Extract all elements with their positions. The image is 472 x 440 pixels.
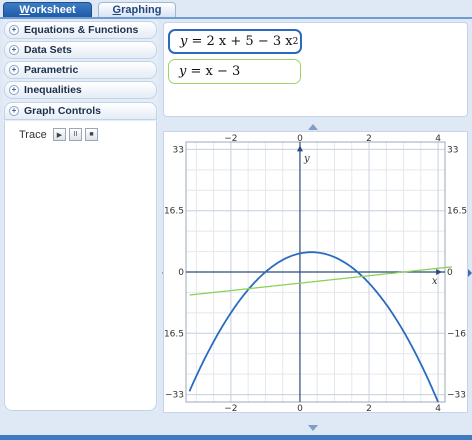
tab-graphing-underline: G xyxy=(112,4,122,16)
section-label: Inequalities xyxy=(24,84,82,96)
y-axis-label: y xyxy=(303,153,310,164)
section-parametric[interactable]: + Parametric xyxy=(4,61,157,79)
tab-worksheet-underline: W xyxy=(19,4,30,16)
equation-lhs: y xyxy=(180,34,188,49)
x-tick-label-top: 4 xyxy=(435,134,441,144)
y-tick-label-right: 16.5 xyxy=(447,207,467,217)
function-graph[interactable]: −2 −2 0 0 2 2 4 4 33 33 16.5 16.5 0 0 −16.5 −16.5 −33 −33… xyxy=(164,132,467,412)
y-tick-label-left: 16.5 xyxy=(164,207,184,217)
graph-panel[interactable]: −2 −2 0 0 2 2 4 4 33 33 16.5 16.5 0 0 −16.5 −16.5 −33 −33… xyxy=(163,131,468,413)
equation-rhs: = 2 x + 5 − 3 x xyxy=(191,34,293,49)
tab-worksheet-label: orksheet xyxy=(29,4,76,16)
section-equations-functions[interactable]: + Equations & Functions xyxy=(4,21,157,39)
equation-entry-1[interactable]: y = 2 x + 5 − 3 x2 xyxy=(168,29,302,54)
trace-stop-button[interactable]: ■ xyxy=(85,128,98,141)
expand-icon[interactable]: + xyxy=(9,25,19,35)
resize-down-arrow-icon[interactable] xyxy=(308,425,318,431)
series-curve-2[interactable] xyxy=(189,266,452,296)
series-curve-1[interactable] xyxy=(188,251,439,403)
trace-play-button[interactable]: ▶ xyxy=(53,128,66,141)
tab-underline-bar xyxy=(0,17,472,19)
collapse-icon[interactable]: + xyxy=(9,106,19,116)
y-tick-label-left: 33 xyxy=(173,145,184,155)
section-label: Graph Controls xyxy=(24,105,102,117)
sidebar: + Equations & Functions + Data Sets + Param… xyxy=(3,20,158,411)
tab-graphing-label: raphing xyxy=(121,4,162,16)
tab-bar: Worksheet Graphing xyxy=(0,0,472,18)
y-tick-label-left: −16.5 xyxy=(164,329,184,339)
x-axis-arrow-icon xyxy=(436,269,443,275)
tab-worksheet[interactable]: Worksheet xyxy=(3,2,92,18)
expand-icon[interactable]: + xyxy=(9,65,19,75)
x-tick-label-bottom: 2 xyxy=(366,404,372,412)
equation-exponent: 2 xyxy=(292,36,299,47)
expand-icon[interactable]: + xyxy=(9,85,19,95)
x-tick-label-bottom: 4 xyxy=(435,404,441,412)
status-strip xyxy=(0,435,472,440)
x-tick-label-top: 0 xyxy=(297,134,303,144)
section-label: Equations & Functions xyxy=(24,24,139,36)
expand-icon[interactable]: + xyxy=(9,45,19,55)
y-tick-label-right: 0 xyxy=(447,268,453,278)
x-tick-label-top: 2 xyxy=(366,134,372,144)
resize-up-arrow-icon[interactable] xyxy=(308,124,318,130)
x-axis-label: x xyxy=(432,276,438,287)
y-tick-label-left: −33 xyxy=(165,391,184,401)
equation-rhs: = x − 3 xyxy=(190,64,241,79)
y-tick-label-right: 33 xyxy=(447,145,458,155)
equation-list-panel: y = 2 x + 5 − 3 x2 y = x − 3 xyxy=(163,22,468,117)
equation-entry-2[interactable]: y = x − 3 xyxy=(168,59,301,84)
section-graph-controls[interactable]: + Graph Controls xyxy=(4,102,157,120)
section-label: Data Sets xyxy=(24,44,72,56)
tab-graphing[interactable]: Graphing xyxy=(98,2,176,18)
equation-lhs: y xyxy=(179,64,187,79)
y-tick-label-right: −33 xyxy=(447,391,466,401)
x-tick-label-bottom: 0 xyxy=(297,404,303,412)
trace-pause-button[interactable]: II xyxy=(69,128,82,141)
graph-controls-panel: Trace ▶ II ■ xyxy=(4,121,157,411)
y-tick-label-right: −16.5 xyxy=(447,329,467,339)
x-tick-label-bottom: −2 xyxy=(224,404,237,412)
section-label: Parametric xyxy=(24,64,79,76)
y-tick-label-left: 0 xyxy=(178,268,184,278)
trace-label: Trace xyxy=(19,129,47,141)
x-tick-label-top: −2 xyxy=(224,134,237,144)
y-axis-arrow-icon xyxy=(296,145,303,152)
section-data-sets[interactable]: + Data Sets xyxy=(4,41,157,59)
section-inequalities[interactable]: + Inequalities xyxy=(4,81,157,99)
